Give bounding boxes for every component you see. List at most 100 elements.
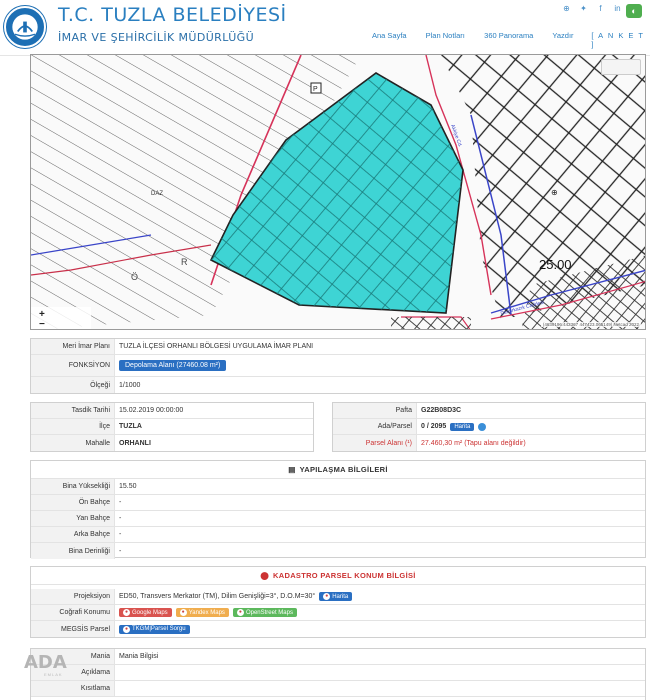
yapilasma-row: Yan Bahçe - xyxy=(31,511,645,527)
openstreet-maps-label: OpenStreet Maps xyxy=(245,609,293,616)
nav-ana-sayfa[interactable]: Ana Sayfa xyxy=(372,31,426,49)
bina-derinligi-value: - xyxy=(119,547,122,555)
nav-plan-notlari[interactable]: Plan Notları xyxy=(426,31,485,49)
ada-watermark-sub: EMLAK xyxy=(44,672,63,677)
svg-text:DAZ: DAZ xyxy=(151,191,163,197)
building-icon: ▤ xyxy=(288,465,296,474)
facebook-icon[interactable]: f xyxy=(596,4,605,13)
map-marker-icon: ⬤ xyxy=(260,571,270,580)
pin-icon: ● xyxy=(179,609,187,616)
projeksiyon-value: ED50, Transvers Merkator (TM), Dilim Gen… xyxy=(119,593,316,600)
parcel-right-panel: Pafta G22B08D3C Ada/Parsel 0 / 2095 Hari… xyxy=(332,402,646,452)
refresh-icon[interactable] xyxy=(478,422,487,431)
map-coordinates: (4639196.442367 447423.065149) Netcad 20… xyxy=(540,322,641,327)
pin-icon: ● xyxy=(323,593,331,600)
openstreet-maps-button[interactable]: ● OpenStreet Maps xyxy=(232,608,297,617)
arka-bahce-value: - xyxy=(119,531,122,538)
bina-yuksekligi-label: Bina Yüksekliği xyxy=(31,479,115,494)
tkgm-parsel-button[interactable]: ● TKGM|Parsel Sorgu xyxy=(119,624,190,634)
bina-yuksekligi-value: 15.50 xyxy=(119,483,137,490)
pin-icon: ● xyxy=(123,625,130,633)
plan-value: TUZLA İLÇESİ ORHANLI BÖLGESİ UYGULAMA İM… xyxy=(119,343,314,350)
pin-icon: ● xyxy=(236,609,244,616)
nav-yazdir[interactable]: Yazdır xyxy=(552,31,591,49)
alan-value: 27.460,30 m² (Tapu alanı değildir) xyxy=(421,439,526,447)
twitter-icon[interactable]: ✦ xyxy=(579,4,588,13)
fonksiyon-button[interactable]: Depolama Alanı (27460.08 m²) xyxy=(119,360,227,371)
mania-row: Mania Mania Bilgisi xyxy=(31,649,645,665)
fonksiyon-label: FONKSİYON xyxy=(31,355,115,376)
tasdik-label: Tasdik Tarihi xyxy=(31,403,115,418)
ilce-label: İlçe xyxy=(31,419,115,434)
top-navigation: Ana Sayfa Plan Notları 360 Panorama Yazd… xyxy=(372,31,650,49)
site-title: T.C. TUZLA BELEDİYESİ xyxy=(58,4,287,26)
road-width-label: 25.00 xyxy=(539,257,572,272)
svg-text:P: P xyxy=(313,86,318,93)
megsis-label: MEGSİS Parsel xyxy=(31,621,115,637)
linkedin-icon[interactable]: in xyxy=(613,4,622,13)
pafta-value: G22B08D3C xyxy=(421,407,462,414)
site-header: T.C. TUZLA BELEDİYESİ İMAR VE ŞEHİRCİLİK… xyxy=(0,0,650,56)
map-canvas[interactable]: P 25.00 DAZ Ö R ⊕ Akkiye Cd. Demirkazık … xyxy=(31,55,646,330)
olcek-label: Ölçeği xyxy=(31,377,115,393)
cografi-row: Coğrafi Konumu ● Google Maps ● Yandex Maps… xyxy=(31,605,645,621)
yan-bahce-value: - xyxy=(119,515,122,522)
megsis-row: MEGSİS Parsel ● TKGM|Parsel Sorgu xyxy=(31,621,645,637)
tasdik-value: 15.02.2019 00:00:00 xyxy=(119,407,184,414)
ilce-row: İlçe TUZLA xyxy=(31,419,313,435)
ada-harita-button[interactable]: Harita xyxy=(450,422,475,431)
yapilasma-title: ▤ YAPILAŞMA BİLGİLERİ xyxy=(31,461,645,479)
yapilasma-row: Arka Bahçe - xyxy=(31,527,645,543)
alan-label: Parsel Alanı (¹) xyxy=(333,435,417,451)
kisitlama-row: Kısıtlama xyxy=(31,681,645,697)
arka-bahce-label: Arka Bahçe xyxy=(31,527,115,542)
projeksiyon-label: Projeksiyon xyxy=(31,589,115,604)
yapilasma-row: Bina Derinliği - xyxy=(31,543,645,559)
ada-label: Ada/Parsel xyxy=(333,419,417,434)
mahalle-value: ORHANLI xyxy=(119,439,151,447)
yapilasma-panel: ▤ YAPILAŞMA BİLGİLERİ Bina Yüksekliği 15… xyxy=(30,460,646,559)
olcek-value: 1/1000 xyxy=(119,381,141,389)
aciklama-row: Açıklama xyxy=(31,665,645,681)
yandex-maps-button[interactable]: ● Yandex Maps xyxy=(175,608,229,617)
yapilasma-title-text: YAPILAŞMA BİLGİLERİ xyxy=(299,465,388,474)
mahalle-row: Mahalle ORHANLI xyxy=(31,435,313,451)
yapilasma-row: Ön Bahçe - xyxy=(31,495,645,511)
mania-value: Mania Bilgisi xyxy=(119,653,159,660)
ilce-value: TUZLA xyxy=(119,423,142,430)
plan-row: Meri İmar Planı TUZLA İLÇESİ ORHANLI BÖL… xyxy=(31,339,645,355)
plan-label: Meri İmar Planı xyxy=(31,339,115,354)
google-maps-label: Google Maps xyxy=(132,609,168,616)
kisitlama-label: Kısıtlama xyxy=(31,681,115,696)
yan-bahce-label: Yan Bahçe xyxy=(31,511,115,526)
fonksiyon-row: FONKSİYON Depolama Alanı (27460.08 m²) xyxy=(31,355,645,377)
ada-value: 0 / 2095 xyxy=(421,423,447,430)
pafta-label: Pafta xyxy=(333,403,417,418)
projeksiyon-harita-button[interactable]: ● Harita xyxy=(319,592,353,601)
mahalle-label: Mahalle xyxy=(31,435,115,451)
kadastro-title-text: KADASTRO PARSEL KONUM BİLGİSİ xyxy=(273,571,416,580)
layer-switcher-button[interactable] xyxy=(601,59,641,75)
extra-info-panel: Mania Mania Bilgisi Açıklama Kısıtlama xyxy=(30,648,646,700)
menu-toggle-button[interactable]: ◐ xyxy=(626,4,642,18)
parcel-left-panel: Tasdik Tarihi 15.02.2019 00:00:00 İlçe T… xyxy=(30,402,314,452)
svg-text:Ö: Ö xyxy=(131,272,138,282)
projeksiyon-harita-label: Harita xyxy=(332,593,349,600)
social-links: ⊕ ✦ f in xyxy=(562,4,622,13)
alan-row: Parsel Alanı (¹) 27.460,30 m² (Tapu alan… xyxy=(333,435,645,451)
zoning-map[interactable]: P 25.00 DAZ Ö R ⊕ Akkiye Cd. Demirkazık … xyxy=(30,54,646,330)
google-maps-button[interactable]: ● Google Maps xyxy=(119,608,172,617)
municipality-logo[interactable] xyxy=(4,6,46,48)
projeksiyon-row: Projeksiyon ED50, Transvers Merkator (TM… xyxy=(31,589,645,605)
svg-text:R: R xyxy=(181,257,188,267)
cografi-label: Coğrafi Konumu xyxy=(31,605,115,620)
pafta-row: Pafta G22B08D3C xyxy=(333,403,645,419)
globe-icon[interactable]: ⊕ xyxy=(562,4,571,13)
zoom-out-button[interactable]: − xyxy=(39,319,45,329)
nav-360-panorama[interactable]: 360 Panorama xyxy=(484,31,552,49)
nav-anket[interactable]: [ A N K E T ] xyxy=(591,31,650,49)
tasdik-row: Tasdik Tarihi 15.02.2019 00:00:00 xyxy=(31,403,313,419)
kadastro-title: ⬤ KADASTRO PARSEL KONUM BİLGİSİ xyxy=(31,567,645,585)
olcek-row: Ölçeği 1/1000 xyxy=(31,377,645,393)
bina-derinligi-label: Bina Derinliği xyxy=(31,543,115,559)
